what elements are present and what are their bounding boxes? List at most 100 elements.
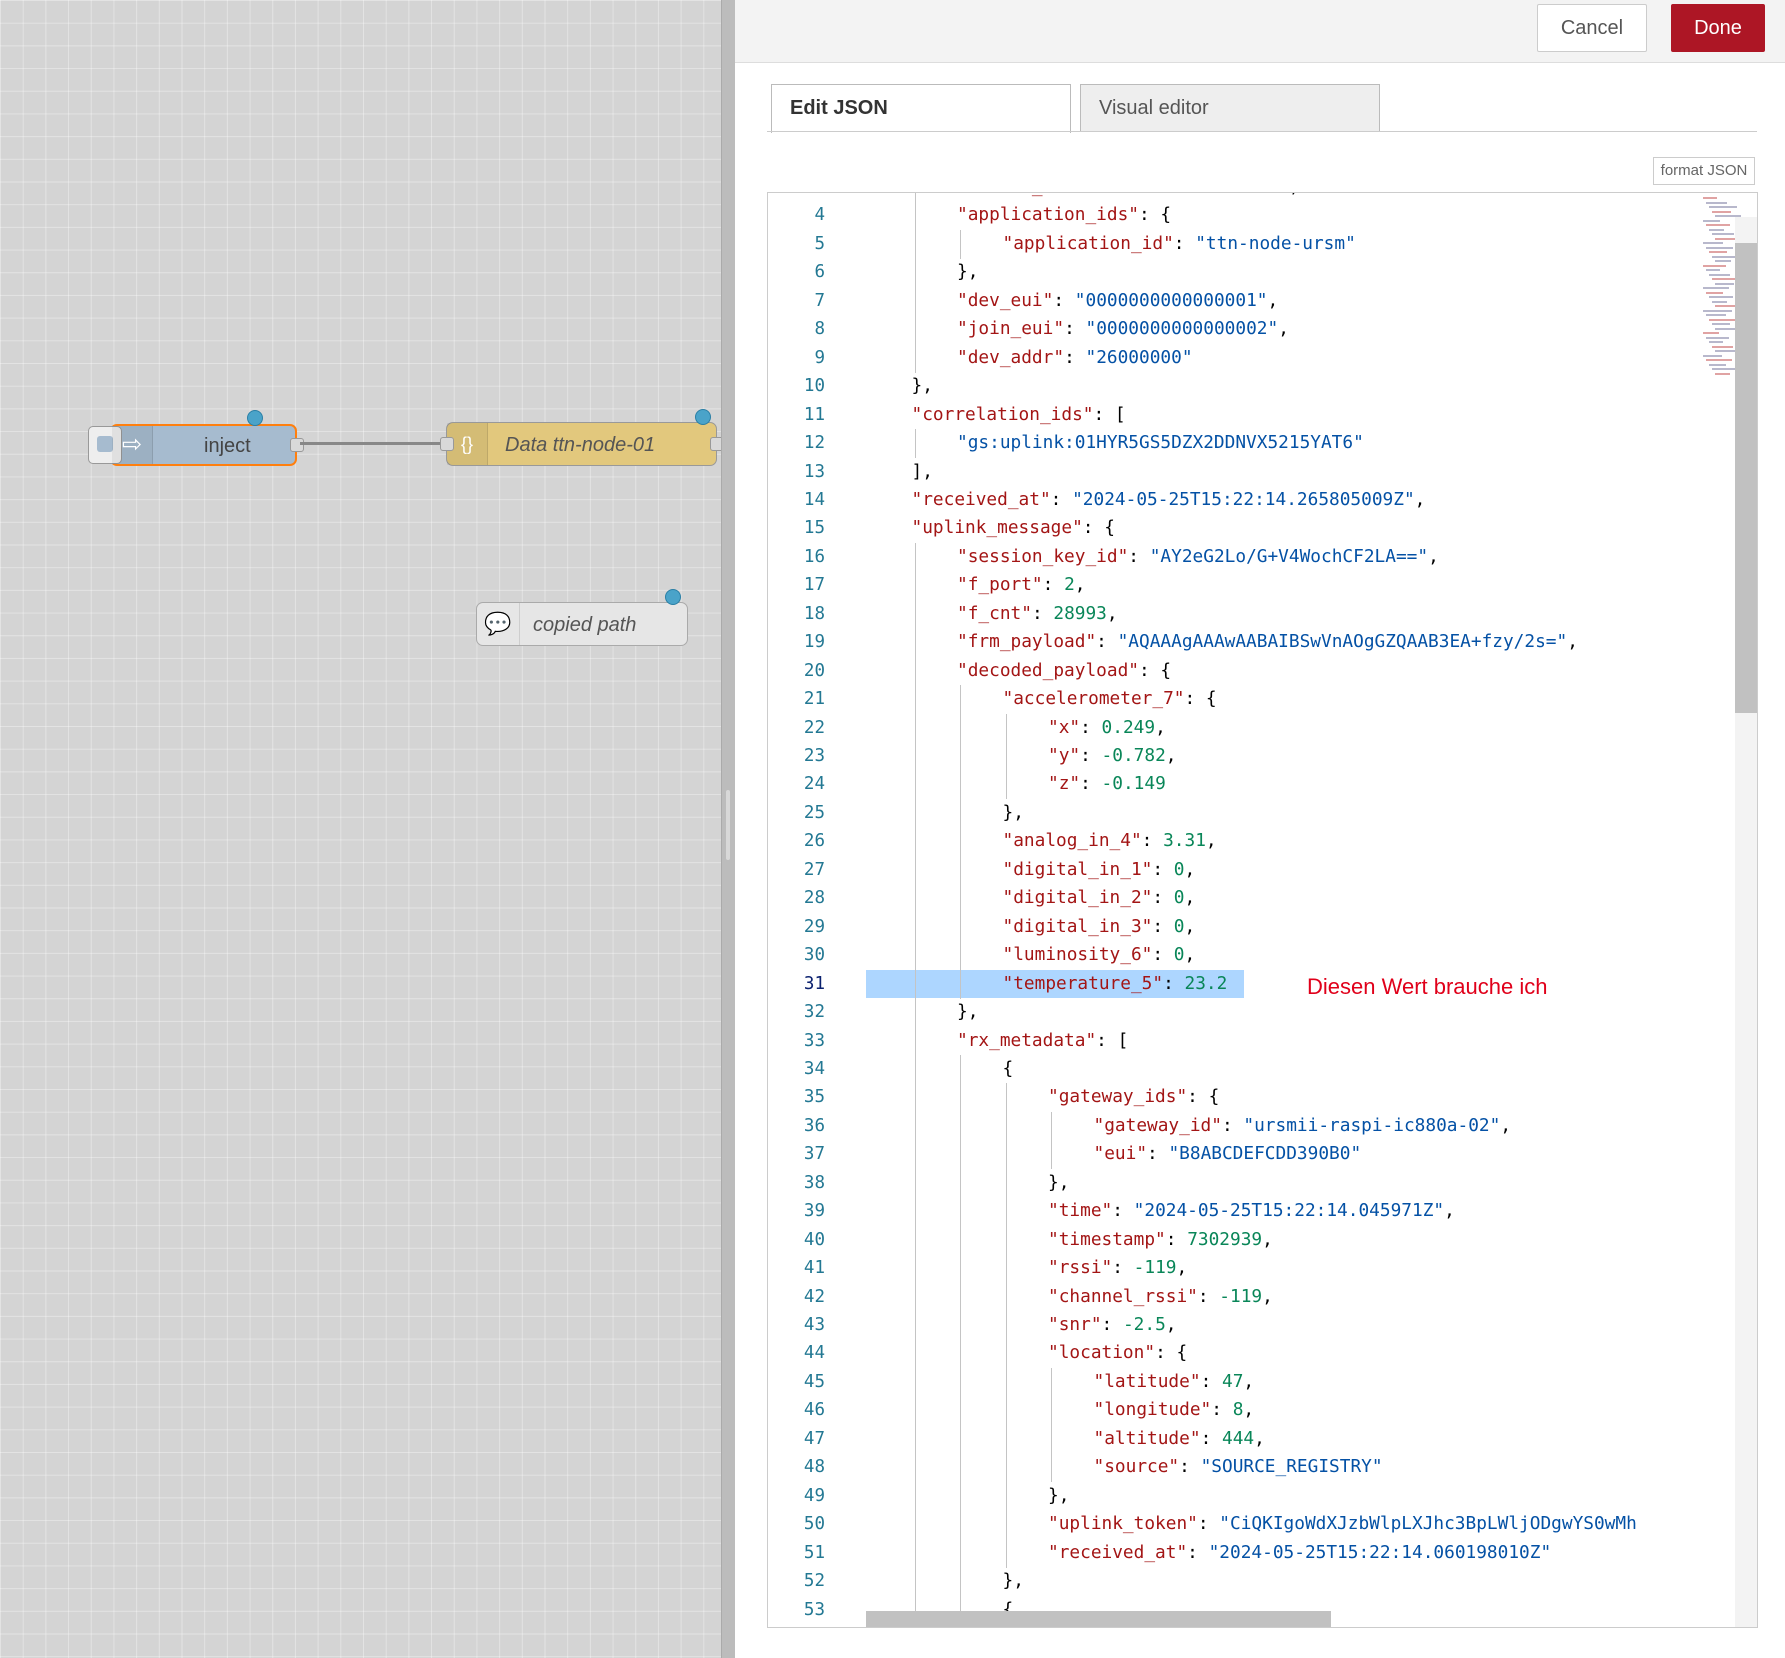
indent-guide: [960, 855, 961, 885]
line-number: 26: [803, 831, 825, 852]
format-json-button[interactable]: format JSON: [1653, 157, 1755, 185]
line-number: 36: [803, 1115, 825, 1136]
code-token: :: [1152, 858, 1174, 880]
indent-guide: [914, 599, 916, 629]
code-token: : {: [1082, 517, 1115, 539]
code-token: ,: [1165, 1314, 1177, 1335]
code-token: "ursmii-raspi-ic880a-02": [1243, 1114, 1501, 1136]
code-token: "rssi": [1048, 1257, 1113, 1279]
indent-guide: [960, 912, 961, 942]
code-token: :: [1096, 631, 1118, 653]
tab-visual-editor[interactable]: Visual editor: [1080, 84, 1380, 132]
indent-guide: [914, 628, 916, 658]
code-token: :: [1064, 346, 1086, 368]
panel-splitter[interactable]: [721, 0, 735, 1658]
cancel-button[interactable]: Cancel: [1537, 4, 1647, 52]
comment-node[interactable]: 💬 copied path: [476, 589, 688, 646]
vertical-scrollbar[interactable]: [1735, 217, 1757, 1627]
inject-output-port[interactable]: [290, 438, 304, 452]
indent-guide: [1051, 1140, 1052, 1170]
indent-guide: [914, 229, 916, 259]
indent-guide: [1005, 1339, 1007, 1369]
indent-guide: [960, 1311, 961, 1340]
indent-guide: [914, 571, 916, 601]
function-input-port[interactable]: [440, 437, 454, 451]
line-number: 19: [803, 632, 825, 653]
line-number: 7: [814, 290, 825, 311]
code-line: "f_port": 2,: [957, 571, 1086, 599]
indent-guide: [1051, 1453, 1052, 1483]
code-token: "application_ids": [957, 204, 1139, 226]
code-token: :: [1080, 745, 1102, 766]
code-token: : {: [1155, 1342, 1188, 1364]
done-button[interactable]: Done: [1671, 4, 1765, 52]
comment-node-label: copied path: [533, 614, 637, 636]
code-token: ,: [1567, 631, 1578, 653]
flow-wire[interactable]: [300, 442, 446, 445]
code-token: "0000000000000001": [1074, 289, 1268, 311]
vertical-scroll-thumb[interactable]: [1735, 243, 1757, 713]
code-token: ,: [1254, 1427, 1265, 1449]
code-token: "temperature_5": [1002, 972, 1164, 994]
line-number: 33: [803, 1030, 825, 1051]
code-line: "dev_eui": "0000000000000001",: [957, 287, 1278, 315]
code-token: "eui": [1093, 1143, 1148, 1165]
code-token: : [: [1093, 403, 1126, 425]
code-token: ,: [1184, 944, 1196, 966]
json-code-editor[interactable]: 3456789101112131415161718192021222324252…: [767, 192, 1758, 1628]
code-token: ,: [1267, 289, 1279, 311]
indent-guide: [914, 656, 916, 686]
tab-edit-json[interactable]: Edit JSON: [771, 84, 1071, 133]
code-line: "decoded_payload": {: [957, 657, 1171, 685]
minimap[interactable]: [1697, 193, 1744, 393]
code-token: :: [1221, 1114, 1244, 1136]
function-node[interactable]: {} Data ttn-node-01: [440, 409, 724, 466]
indent-guide: [960, 884, 961, 914]
minimap-line: [1712, 210, 1731, 213]
splitter-grip[interactable]: [726, 790, 730, 860]
indent-guide: [1005, 1424, 1007, 1454]
code-line: "correlation_ids": [: [912, 401, 1126, 429]
code-token: },: [911, 375, 933, 397]
minimap-line: [1703, 242, 1723, 244]
indent-guide: [914, 1254, 916, 1284]
code-token: "longitude": [1093, 1399, 1212, 1421]
code-line: "gateway_id": "ursmii-raspi-ic880a-02",: [1094, 1112, 1512, 1140]
code-token: :: [1080, 773, 1102, 795]
code-line: },: [957, 998, 978, 1026]
code-token: -0.782: [1101, 745, 1166, 766]
horizontal-scroll-thumb[interactable]: [866, 1611, 1331, 1627]
code-token: -119: [1219, 1285, 1263, 1307]
line-number: 3: [768, 193, 825, 201]
indent-guide: [960, 742, 961, 771]
code-token: "device_id": [957, 193, 1075, 197]
indent-guide: [960, 1111, 961, 1141]
minimap-line: [1715, 260, 1731, 262]
code-token: :: [1179, 1456, 1201, 1478]
minimap-line: [1703, 197, 1717, 199]
line-number: 31: [803, 973, 825, 994]
code-token: "y": [1048, 745, 1081, 766]
indent-guide: [914, 1026, 916, 1056]
indent-guide: [960, 713, 961, 743]
minimap-line: [1712, 255, 1737, 258]
minimap-line: [1703, 332, 1719, 334]
minimap-line: [1706, 336, 1729, 339]
code-line: "received_at": "2024-05-25T15:22:14.0601…: [1048, 1539, 1551, 1567]
inject-node[interactable]: ⇨ inject: [88, 410, 304, 466]
code-token: ,: [1289, 193, 1300, 197]
code-token: -119: [1133, 1257, 1177, 1279]
code-token: :: [1112, 1200, 1134, 1222]
code-token: ,: [1184, 858, 1196, 880]
code-area[interactable]: "device_id": "ttn-node-ursm-01","applica…: [866, 193, 1757, 1627]
minimap-line: [1709, 251, 1727, 253]
line-number: 40: [803, 1229, 825, 1250]
indent-guide: [960, 1282, 961, 1312]
minimap-line: [1709, 228, 1724, 231]
indent-guide: [960, 1453, 961, 1483]
line-number: 29: [803, 916, 825, 937]
code-token: "join_eui": [957, 318, 1065, 340]
line-number: 4: [814, 205, 825, 226]
code-token: "gs:uplink:01HYR5GS5DZX2DDNVX5215YAT6": [957, 432, 1364, 454]
flow-workspace[interactable]: ⇨ inject {} Data ttn-node-01 💬 copied pa…: [0, 0, 727, 1658]
